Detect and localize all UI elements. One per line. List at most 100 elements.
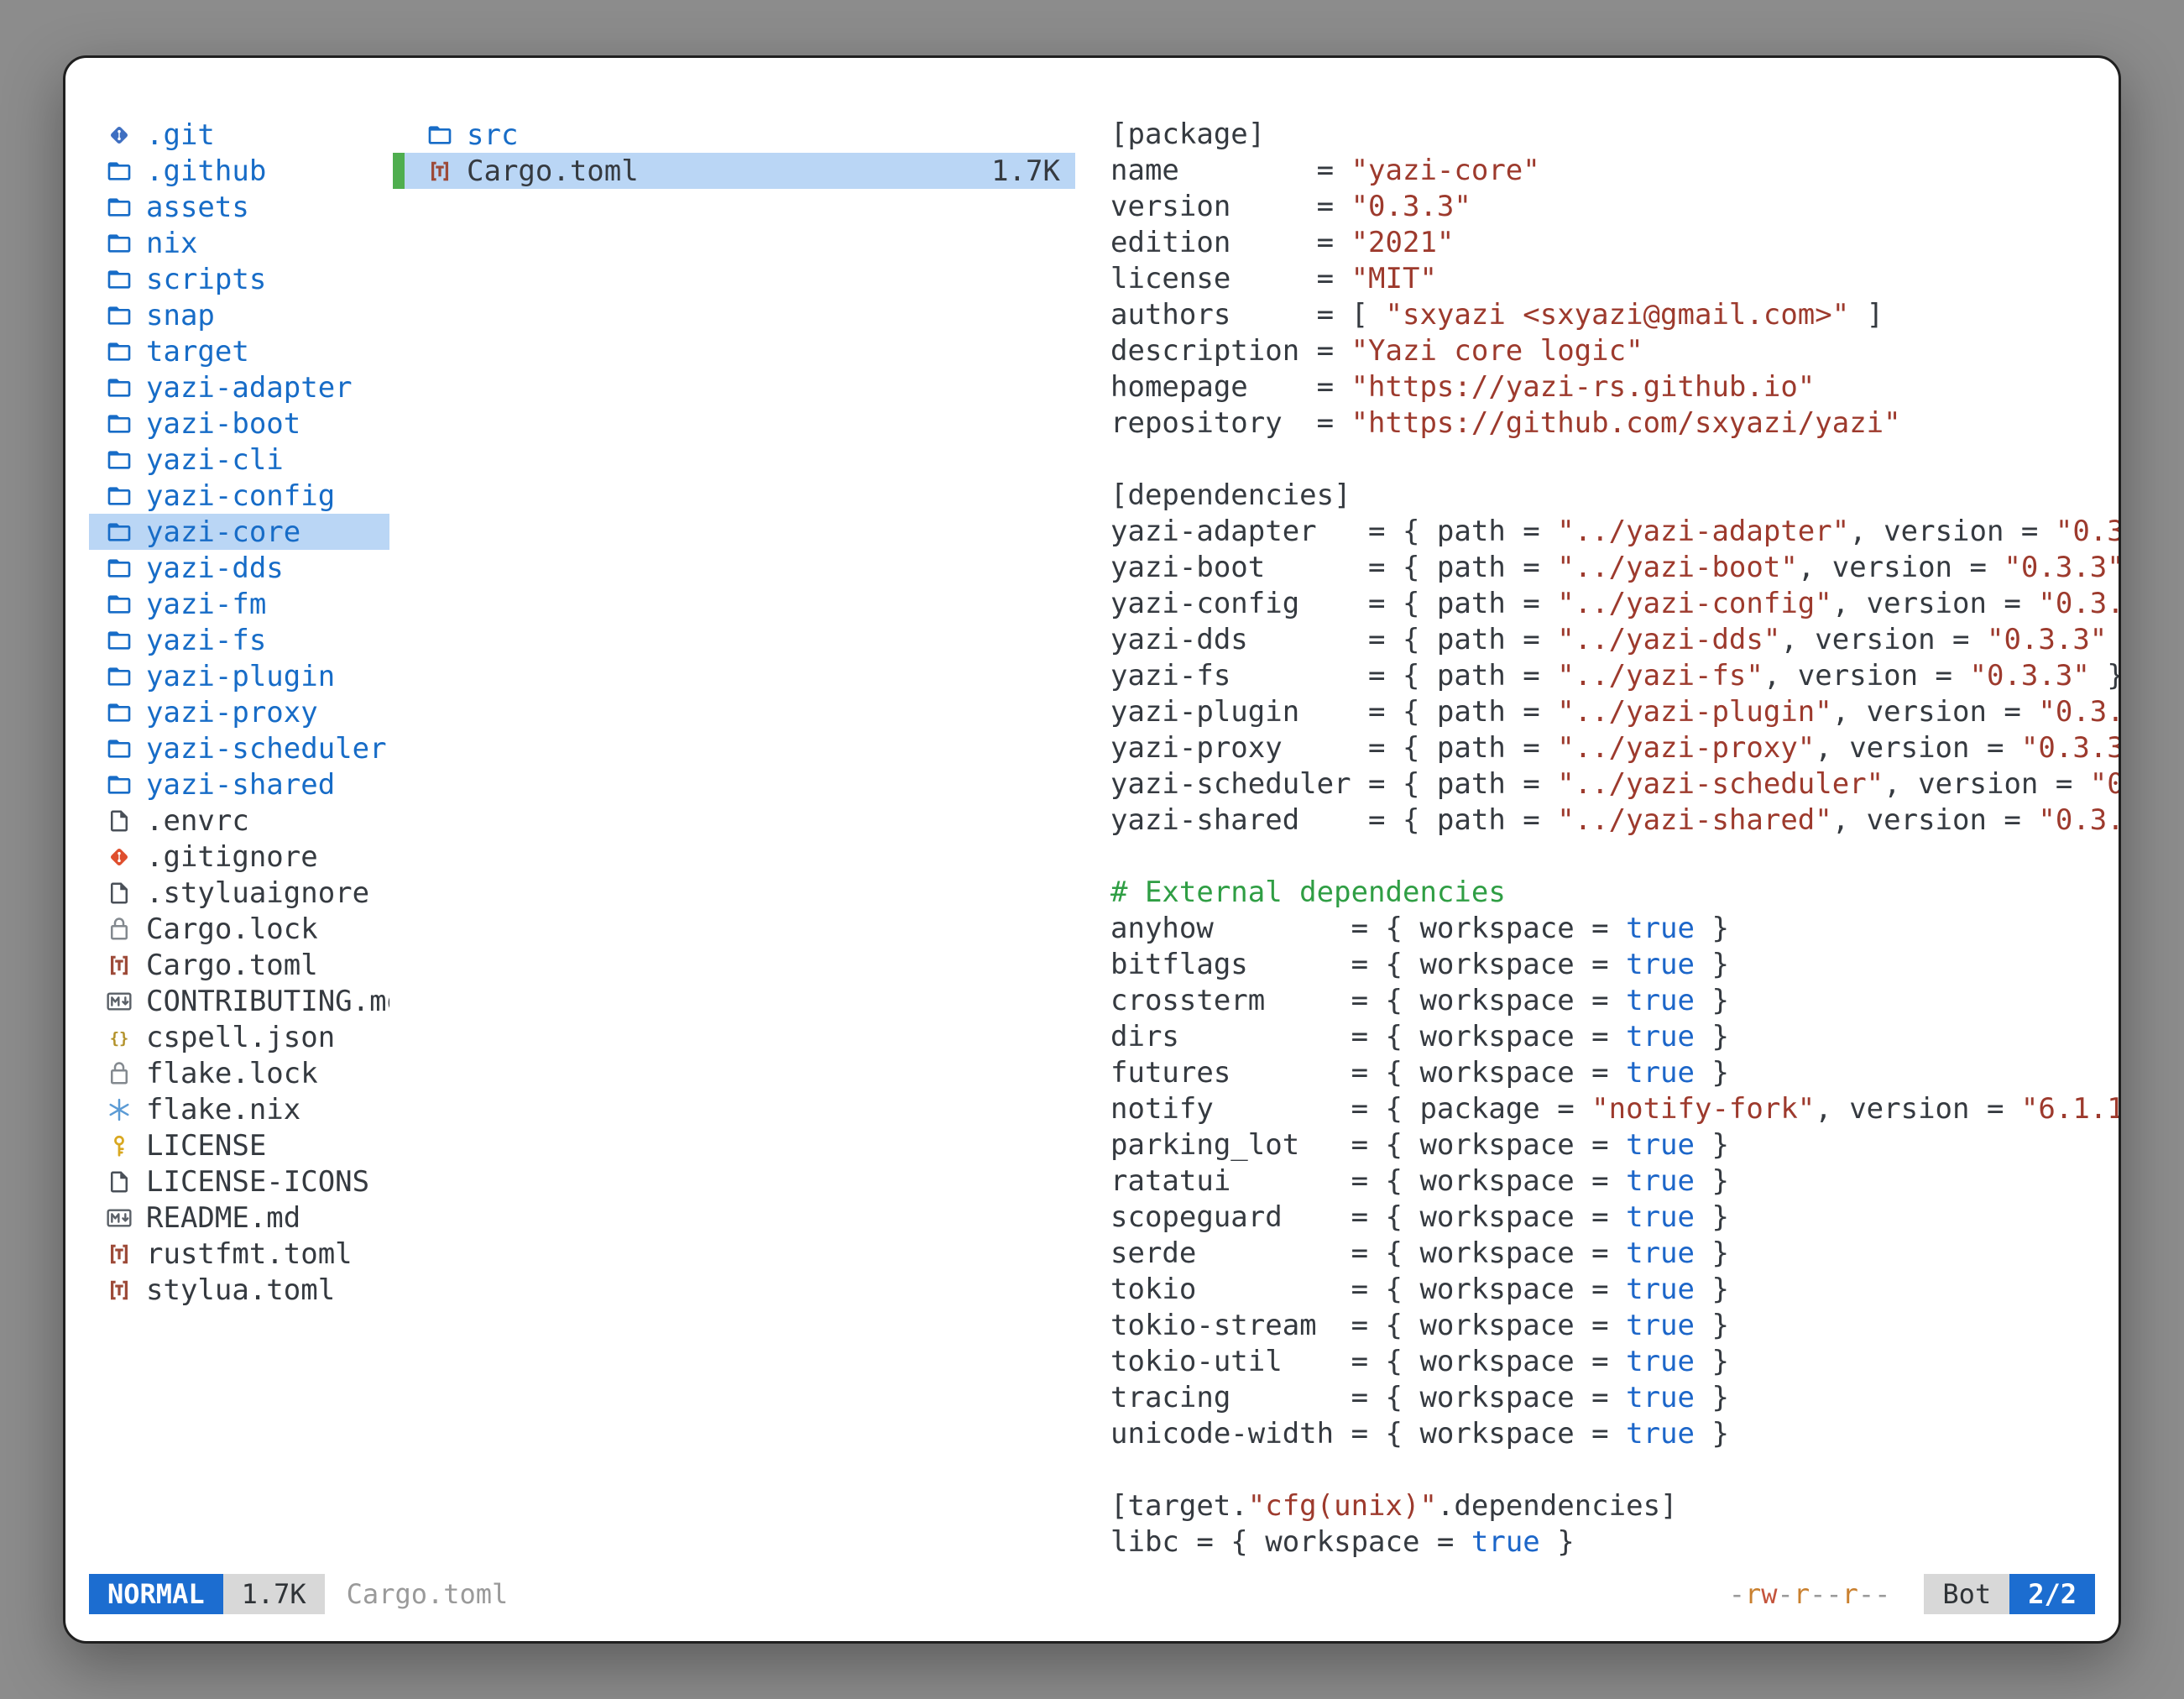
parent-row-flake-lock[interactable]: flake.lock <box>89 1055 389 1091</box>
code-line: description = "Yazi core logic" <box>1110 333 2119 369</box>
license-icon <box>102 1129 136 1163</box>
gitignore-icon <box>102 840 136 874</box>
code-line: yazi-boot = { path = "../yazi-boot", ver… <box>1110 550 2119 586</box>
code-line: name = "yazi-core" <box>1110 153 2119 189</box>
parent-row-nix[interactable]: nix <box>89 225 389 261</box>
file-name-label: LICENSE <box>146 1129 266 1163</box>
current-row-src[interactable]: src <box>393 117 1075 153</box>
status-bar: NORMAL 1.7K Cargo.toml -rw-r--r-- Bot 2/… <box>89 1574 2095 1614</box>
parent-row-yazi-proxy[interactable]: yazi-proxy <box>89 694 389 730</box>
parent-row-yazi-adapter[interactable]: yazi-adapter <box>89 369 389 405</box>
markdown-icon <box>102 1201 136 1235</box>
code-line: [target."cfg(unix)".dependencies] <box>1110 1488 2119 1524</box>
parent-row--gitignore[interactable]: .gitignore <box>89 839 389 875</box>
parent-row-yazi-fm[interactable]: yazi-fm <box>89 586 389 622</box>
toml-icon <box>102 949 136 982</box>
code-line: yazi-shared = { path = "../yazi-shared",… <box>1110 802 2119 839</box>
parent-row-license[interactable]: LICENSE <box>89 1127 389 1163</box>
parent-row-cargo-toml[interactable]: Cargo.toml <box>89 947 389 983</box>
parent-row--git[interactable]: .git <box>89 117 389 153</box>
parent-row--envrc[interactable]: .envrc <box>89 802 389 839</box>
file-name-label: Cargo.toml <box>146 949 318 982</box>
toml-icon <box>423 154 457 188</box>
code-line: parking_lot = { workspace = true } <box>1110 1127 2119 1163</box>
code-line: homepage = "https://yazi-rs.github.io" <box>1110 369 2119 405</box>
folder-open-icon <box>102 588 136 621</box>
parent-row-cargo-lock[interactable]: Cargo.lock <box>89 911 389 947</box>
folder-open-icon <box>102 227 136 260</box>
folder-open-icon <box>102 263 136 296</box>
parent-row-target[interactable]: target <box>89 333 389 369</box>
file-name-label: yazi-fm <box>146 588 266 621</box>
file-name-label: target <box>146 335 249 369</box>
parent-row--styluaignore[interactable]: .styluaignore <box>89 875 389 911</box>
parent-row-contributing-md[interactable]: CONTRIBUTING.md <box>89 983 389 1019</box>
parent-row-rustfmt-toml[interactable]: rustfmt.toml <box>89 1236 389 1272</box>
folder-open-icon <box>423 118 457 152</box>
file-name-label: yazi-adapter <box>146 371 353 405</box>
current-row-cargo-toml[interactable]: Cargo.toml 1.7K <box>393 153 1075 189</box>
parent-row-flake-nix[interactable]: flake.nix <box>89 1091 389 1127</box>
folder-open-icon <box>102 624 136 657</box>
file-name-label: Cargo.lock <box>146 912 318 946</box>
parent-row-assets[interactable]: assets <box>89 189 389 225</box>
code-line: yazi-fs = { path = "../yazi-fs", version… <box>1110 658 2119 694</box>
code-line: tokio-stream = { workspace = true } <box>1110 1308 2119 1344</box>
code-line: yazi-adapter = { path = "../yazi-adapter… <box>1110 514 2119 550</box>
file-name-label: LICENSE-ICONS <box>146 1165 369 1199</box>
code-line: authors = [ "sxyazi <sxyazi@gmail.com>" … <box>1110 297 2119 333</box>
file-preview-pane[interactable]: [package]name = "yazi-core"version = "0.… <box>1095 117 2119 1574</box>
file-name-label: Cargo.toml <box>467 154 639 188</box>
file-name-label: .gitignore <box>146 840 318 874</box>
parent-row--github[interactable]: .github <box>89 153 389 189</box>
parent-directory-pane: .git.githubassetsnixscriptssnaptargetyaz… <box>89 117 389 1574</box>
parent-row-stylua-toml[interactable]: stylua.toml <box>89 1272 389 1308</box>
code-line: serde = { workspace = true } <box>1110 1236 2119 1272</box>
current-directory-pane: srcCargo.toml 1.7K <box>393 117 1075 1574</box>
svg-text:{}: {} <box>110 1029 129 1047</box>
parent-row-scripts[interactable]: scripts <box>89 261 389 297</box>
code-line <box>1110 1452 2119 1488</box>
mode-indicator: NORMAL <box>89 1574 223 1614</box>
parent-row-yazi-config[interactable]: yazi-config <box>89 478 389 514</box>
nix-icon <box>102 1093 136 1127</box>
yazi-file-manager-window: .git.githubassetsnixscriptssnaptargetyaz… <box>63 55 2121 1644</box>
parent-row-yazi-fs[interactable]: yazi-fs <box>89 622 389 658</box>
folder-open-icon <box>102 191 136 224</box>
parent-row-yazi-core[interactable]: yazi-core <box>89 514 389 550</box>
parent-row-yazi-plugin[interactable]: yazi-plugin <box>89 658 389 694</box>
file-name-label: yazi-plugin <box>146 660 335 693</box>
code-line: crossterm = { workspace = true } <box>1110 983 2119 1019</box>
toml-icon <box>102 1237 136 1271</box>
lock-icon <box>102 1057 136 1090</box>
parent-row-readme-md[interactable]: README.md <box>89 1200 389 1236</box>
parent-row-yazi-dds[interactable]: yazi-dds <box>89 550 389 586</box>
file-name-label: yazi-dds <box>146 552 284 585</box>
file-name-label: snap <box>146 299 215 332</box>
folder-open-icon <box>102 371 136 405</box>
code-line: license = "MIT" <box>1110 261 2119 297</box>
code-line: bitflags = { workspace = true } <box>1110 947 2119 983</box>
folder-open-icon <box>102 552 136 585</box>
code-line: yazi-config = { path = "../yazi-config",… <box>1110 586 2119 622</box>
file-name-label: yazi-scheduler <box>146 732 387 766</box>
parent-row-yazi-shared[interactable]: yazi-shared <box>89 766 389 802</box>
parent-row-snap[interactable]: snap <box>89 297 389 333</box>
parent-row-yazi-cli[interactable]: yazi-cli <box>89 442 389 478</box>
folder-open-icon <box>102 515 136 549</box>
parent-row-yazi-boot[interactable]: yazi-boot <box>89 405 389 442</box>
file-name-label: yazi-fs <box>146 624 266 657</box>
file-name-label: README.md <box>146 1201 300 1235</box>
file-name-label: yazi-proxy <box>146 696 318 729</box>
file-name-label: flake.nix <box>146 1093 300 1127</box>
folder-open-icon <box>102 660 136 693</box>
code-line <box>1110 442 2119 478</box>
file-name-label: yazi-core <box>146 515 300 549</box>
code-line: edition = "2021" <box>1110 225 2119 261</box>
parent-row-yazi-scheduler[interactable]: yazi-scheduler <box>89 730 389 766</box>
file-name-label: .github <box>146 154 266 188</box>
parent-row-license-icons[interactable]: LICENSE-ICONS <box>89 1163 389 1200</box>
file-size-badge: 1.7K <box>223 1574 325 1614</box>
parent-row-cspell-json[interactable]: {}cspell.json <box>89 1019 389 1055</box>
file-size: 1.7K <box>991 154 1060 188</box>
